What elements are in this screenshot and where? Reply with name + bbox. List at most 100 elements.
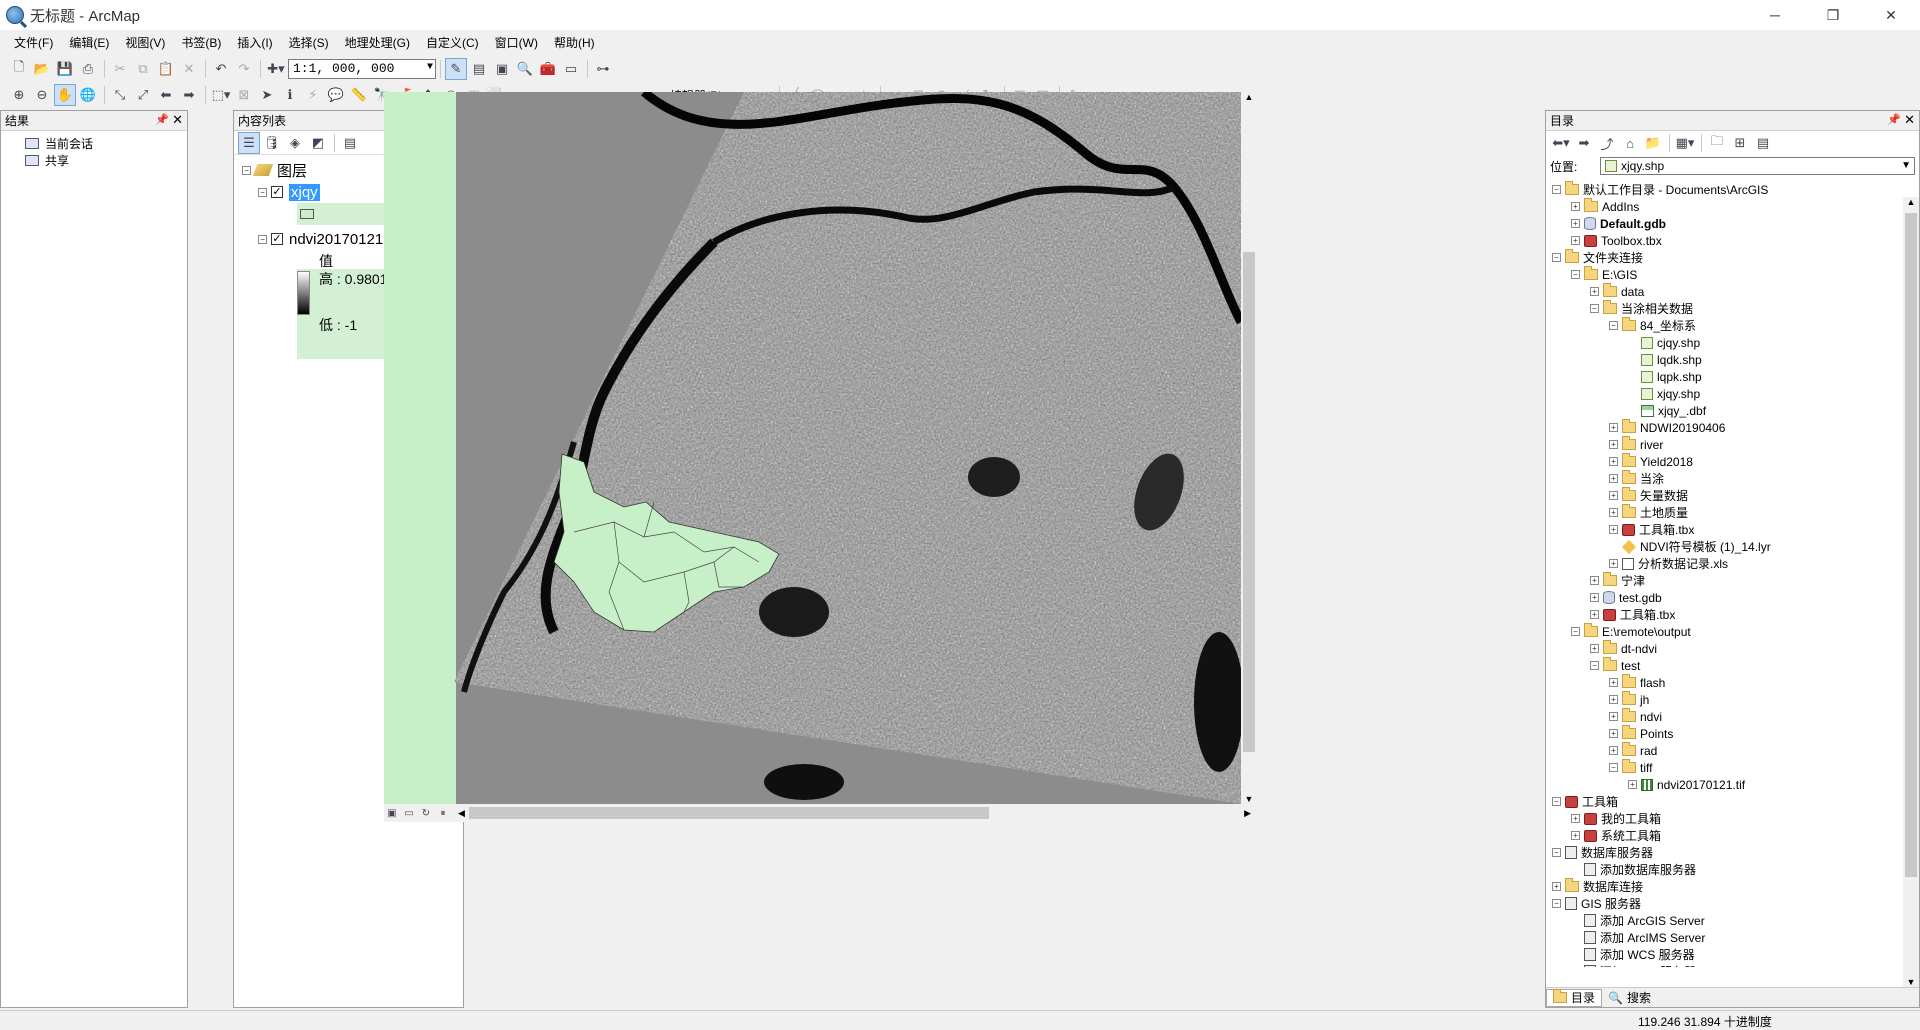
menu-item[interactable]: 地理处理(G) xyxy=(337,32,418,53)
catalog-tree-item[interactable]: − 默认工作目录 - Documents\ArcGIS xyxy=(1552,181,1919,198)
catalog-tree-item[interactable]: + 当涂 xyxy=(1552,470,1919,487)
undo-icon[interactable]: ↶ xyxy=(210,58,232,80)
catalog-tree-item[interactable]: 添加 ArcGIS Server xyxy=(1552,912,1919,929)
delete-icon[interactable]: ✕ xyxy=(178,58,200,80)
collapse-icon[interactable]: − xyxy=(1571,627,1580,636)
clear-selection-icon[interactable]: ⊠ xyxy=(233,84,255,106)
data-view-icon[interactable]: ▣ xyxy=(384,806,400,820)
catalog-tree-item[interactable]: lqpk.shp xyxy=(1552,368,1919,385)
catalog-tree-item[interactable]: − E:\GIS xyxy=(1552,266,1919,283)
expand-icon[interactable]: + xyxy=(1609,423,1618,432)
collapse-icon[interactable]: − xyxy=(1609,321,1618,330)
new-document-icon[interactable]: 🗋 xyxy=(8,58,30,80)
catalog-tree-item[interactable]: cjqy.shp xyxy=(1552,334,1919,351)
back-icon[interactable]: ⬅▾ xyxy=(1550,132,1572,154)
catalog-tree-item[interactable]: + 数据库连接 xyxy=(1552,878,1919,895)
catalog-tree-item[interactable]: − 文件夹连接 xyxy=(1552,249,1919,266)
catalog-window-icon[interactable]: ▣ xyxy=(491,58,513,80)
select-features-icon[interactable]: ⬚▾ xyxy=(210,84,232,106)
collapse-icon[interactable]: − xyxy=(258,234,267,244)
catalog-tree-item[interactable]: + Default.gdb xyxy=(1552,215,1919,232)
connect-to-folder-icon[interactable]: 🗀 xyxy=(1706,132,1728,154)
catalog-tree-item[interactable]: + data xyxy=(1552,283,1919,300)
zoom-out-icon[interactable]: ⊖ xyxy=(31,84,53,106)
collapse-icon[interactable]: − xyxy=(1552,253,1561,262)
html-popup-icon[interactable]: 💬 xyxy=(325,84,347,106)
collapse-icon[interactable]: − xyxy=(1571,270,1580,279)
collapse-icon[interactable]: − xyxy=(1609,763,1618,772)
arctoolbox-icon[interactable]: 🧰 xyxy=(537,58,559,80)
catalog-tree-item[interactable]: + NDWI20190406 xyxy=(1552,419,1919,436)
copy-icon[interactable]: ⧉ xyxy=(132,58,154,80)
pause-drawing-icon[interactable]: ⏸ xyxy=(435,806,451,820)
minimize-button[interactable]: ─ xyxy=(1746,0,1804,30)
horizontal-scroll-thumb[interactable] xyxy=(468,807,989,819)
collapse-icon[interactable]: − xyxy=(1590,661,1599,670)
expand-icon[interactable]: + xyxy=(1571,814,1580,823)
close-icon[interactable]: ✕ xyxy=(1904,112,1915,128)
close-icon[interactable]: ✕ xyxy=(172,112,183,128)
catalog-tree-item[interactable]: − GIS 服务器 xyxy=(1552,895,1919,912)
measure-icon[interactable]: 📏 xyxy=(348,84,370,106)
catalog-tree-item[interactable]: + rad xyxy=(1552,742,1919,759)
catalog-tree-item[interactable]: + 工具箱.tbx xyxy=(1552,521,1919,538)
restore-button[interactable]: ❐ xyxy=(1804,0,1862,30)
select-elements-icon[interactable]: ➤ xyxy=(256,84,278,106)
collapse-icon[interactable]: − xyxy=(258,187,267,197)
catalog-tree-item[interactable]: 添加数据库服务器 xyxy=(1552,861,1919,878)
hyperlink-icon[interactable]: ⚡ xyxy=(302,84,324,106)
menu-item[interactable]: 帮助(H) xyxy=(546,32,603,53)
catalog-tree-item[interactable]: + flash xyxy=(1552,674,1919,691)
list-by-selection-icon[interactable]: ◩ xyxy=(307,132,329,154)
expand-icon[interactable]: + xyxy=(1590,593,1599,602)
catalog-tree-item[interactable]: + 我的工具箱 xyxy=(1552,810,1919,827)
views-icon[interactable]: ▦▾ xyxy=(1674,132,1696,154)
expand-icon[interactable]: + xyxy=(1609,457,1618,466)
scroll-down-icon[interactable]: ▼ xyxy=(1241,794,1257,804)
collapse-icon[interactable]: − xyxy=(1552,848,1561,857)
redo-icon[interactable]: ↷ xyxy=(233,58,255,80)
refresh-icon[interactable]: ↻ xyxy=(418,806,434,820)
map-scale-combobox[interactable]: 1:1, 000, 000 ▼ xyxy=(288,59,436,79)
toggle-tree-icon[interactable]: ⊞ xyxy=(1729,132,1751,154)
layout-view-icon[interactable]: ▭ xyxy=(401,806,417,820)
save-icon[interactable]: 💾 xyxy=(54,58,76,80)
catalog-tree-item[interactable]: + 矢量数据 xyxy=(1552,487,1919,504)
expand-icon[interactable]: + xyxy=(1609,440,1618,449)
expand-icon[interactable]: + xyxy=(1571,202,1580,211)
catalog-tree-item[interactable]: + 工具箱.tbx xyxy=(1552,606,1919,623)
scroll-right-icon[interactable]: ▶ xyxy=(1244,808,1251,819)
collapse-icon[interactable]: − xyxy=(242,165,251,175)
expand-icon[interactable]: + xyxy=(1609,729,1618,738)
catalog-tree-item[interactable]: + jh xyxy=(1552,691,1919,708)
catalog-tree-item[interactable]: + Toolbox.tbx xyxy=(1552,232,1919,249)
results-item-shared[interactable]: 共享 xyxy=(25,152,187,169)
map-vertical-scrollbar[interactable]: ▲ ▼ xyxy=(1241,92,1257,804)
expand-icon[interactable]: + xyxy=(1590,287,1599,296)
scroll-down-icon[interactable]: ▼ xyxy=(1903,977,1919,987)
connect-folder-icon[interactable]: 📁 xyxy=(1642,132,1664,154)
forward-icon[interactable]: ➡ xyxy=(1573,132,1595,154)
expand-icon[interactable]: + xyxy=(1590,610,1599,619)
expand-icon[interactable]: + xyxy=(1609,746,1618,755)
catalog-tree-item[interactable]: 添加 ArcIMS Server xyxy=(1552,929,1919,946)
collapse-icon[interactable]: − xyxy=(1552,797,1561,806)
scroll-up-icon[interactable]: ▲ xyxy=(1241,92,1257,102)
model-builder-icon[interactable]: ⊶ xyxy=(592,58,614,80)
catalog-tree-item[interactable]: − test xyxy=(1552,657,1919,674)
catalog-scrollbar[interactable]: ▲ ▼ xyxy=(1903,197,1919,987)
scroll-thumb[interactable] xyxy=(1243,252,1255,752)
catalog-tree-item[interactable]: + 分析数据记录.xls xyxy=(1552,555,1919,572)
menu-item[interactable]: 视图(V) xyxy=(117,32,173,53)
expand-icon[interactable]: + xyxy=(1609,695,1618,704)
catalog-tree-item[interactable]: − tiff xyxy=(1552,759,1919,776)
collapse-icon[interactable]: − xyxy=(1590,304,1599,313)
catalog-tree-item[interactable]: xjqy.shp xyxy=(1552,385,1919,402)
open-icon[interactable]: 📂 xyxy=(31,58,53,80)
full-extent-icon[interactable]: 🌐 xyxy=(77,84,99,106)
list-by-drawing-order-icon[interactable]: ☰ xyxy=(238,131,260,154)
layer-name[interactable]: ndvi20170121.tif xyxy=(289,231,399,248)
print-icon[interactable]: ⎙ xyxy=(77,58,99,80)
scroll-up-icon[interactable]: ▲ xyxy=(1903,197,1919,207)
map-view[interactable] xyxy=(384,92,1241,804)
